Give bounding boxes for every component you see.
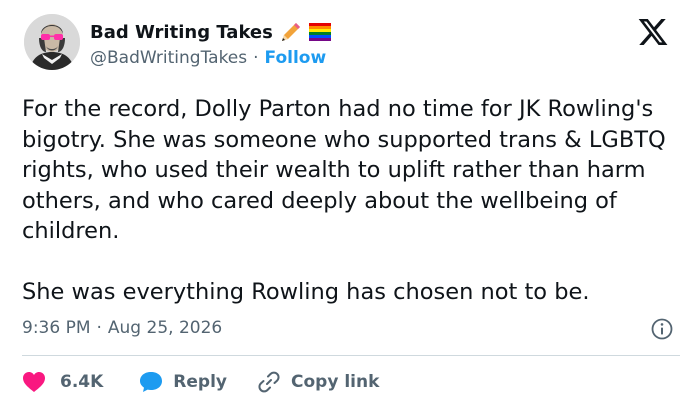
copy-link-label: Copy link	[291, 372, 380, 392]
follow-button[interactable]: Follow	[265, 48, 327, 68]
tweet-metadata: 9:36 PM · Aug 25, 2026	[22, 316, 222, 340]
x-logo-icon[interactable]	[636, 16, 670, 48]
pen-icon	[281, 23, 300, 41]
info-icon[interactable]	[650, 317, 674, 341]
author-handle[interactable]: @BadWritingTakes	[90, 48, 247, 68]
reply-label: Reply	[173, 372, 227, 392]
rainbow-flag-icon	[308, 23, 331, 41]
heart-icon	[23, 372, 45, 392]
like-count: 6.4K	[60, 372, 104, 392]
author-name-row: Bad Writing Takes	[90, 19, 331, 45]
link-icon	[258, 371, 280, 393]
avatar[interactable]	[24, 14, 80, 70]
reply-button[interactable]: Reply	[139, 371, 227, 393]
author-display-name[interactable]: Bad Writing Takes	[90, 22, 273, 43]
copy-link-button[interactable]: Copy link	[257, 370, 379, 394]
tweet-time[interactable]: 9:36 PM	[22, 318, 91, 338]
tweet-date[interactable]: Aug 25, 2026	[108, 318, 222, 338]
like-button[interactable]: 6.4K	[22, 371, 103, 393]
author-handle-row: @BadWritingTakes · Follow	[90, 46, 326, 70]
handle-separator: ·	[253, 48, 259, 68]
tweet-actions: 6.4K Reply Copy link	[22, 368, 379, 396]
shakespeare-portrait-icon	[24, 14, 80, 70]
reply-bubble-icon	[140, 372, 163, 392]
meta-separator: ·	[96, 318, 102, 338]
tweet-text: For the record, Dolly Parton had no time…	[22, 96, 666, 305]
divider	[22, 355, 680, 356]
